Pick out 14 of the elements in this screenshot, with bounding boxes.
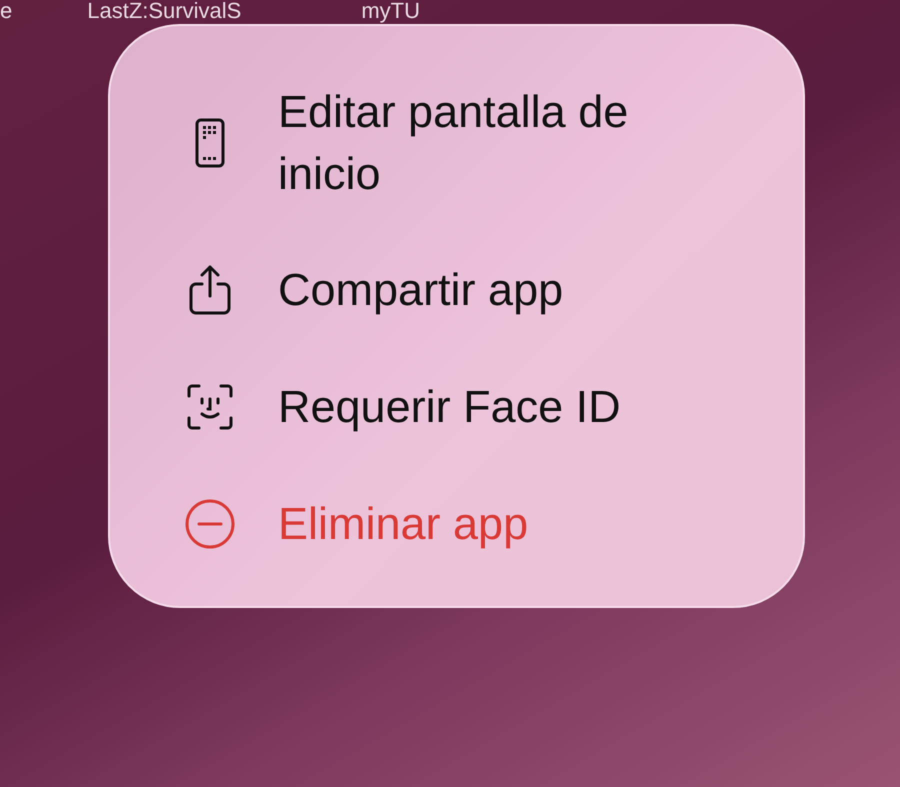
minus-circle-icon bbox=[185, 498, 235, 548]
app-label: LastZ:SurvivalS bbox=[87, 0, 242, 22]
menu-item-label: Eliminar app bbox=[278, 496, 530, 550]
menu-item-label: Requerir Face ID bbox=[278, 380, 622, 434]
app-label: e bbox=[0, 0, 12, 22]
menu-item[interactable]: Requerir Face ID bbox=[178, 348, 803, 465]
face-scan-icon bbox=[187, 384, 233, 430]
app-label: myTU bbox=[361, 0, 420, 22]
menu-item-label: Editar pantalla de inicio bbox=[278, 85, 630, 201]
menu-item[interactable]: Editar pantalla de inicio bbox=[178, 55, 803, 231]
menu-item-label: Compartir app bbox=[278, 262, 564, 316]
share-icon bbox=[188, 264, 232, 316]
menu-item[interactable]: Compartir app bbox=[178, 231, 803, 348]
phone-grid-icon bbox=[195, 118, 225, 168]
